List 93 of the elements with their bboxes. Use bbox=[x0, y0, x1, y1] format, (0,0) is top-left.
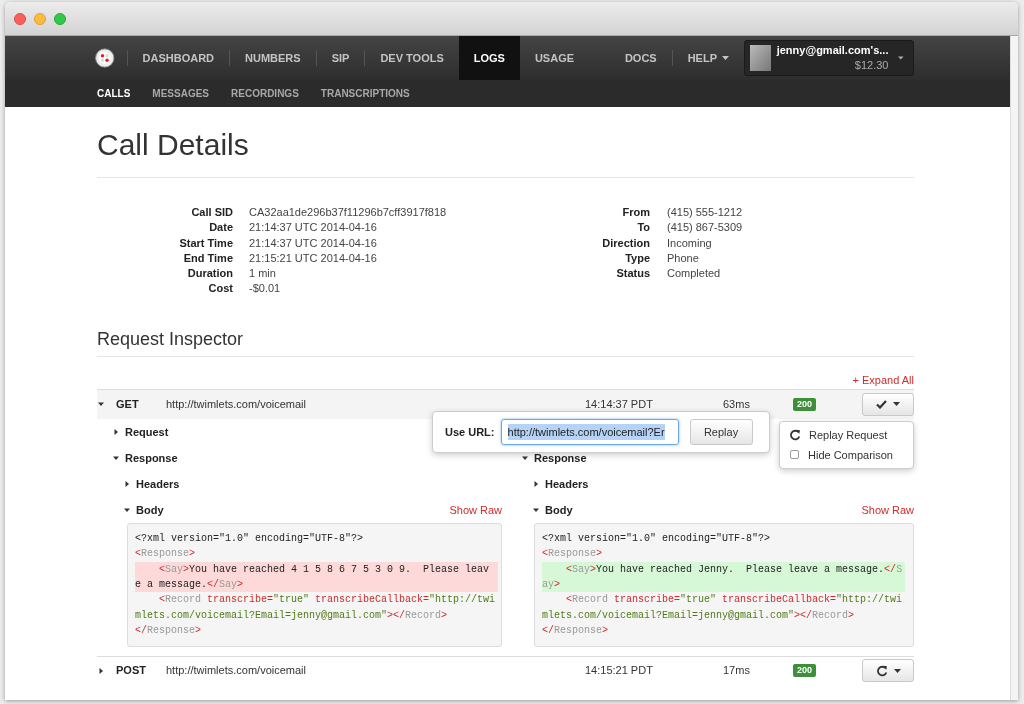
show-raw-link[interactable]: Show Raw bbox=[861, 501, 914, 519]
checkbox[interactable] bbox=[790, 450, 799, 460]
account-menu[interactable]: jenny@gmail.com's... $12.30 bbox=[744, 40, 914, 76]
expand-all-link[interactable]: + Expand All bbox=[852, 372, 914, 387]
close-window-button[interactable] bbox=[14, 12, 26, 25]
section-label: Headers bbox=[136, 476, 180, 492]
account-name: jenny@gmail.com's... bbox=[776, 43, 889, 58]
caret-icon bbox=[898, 56, 904, 60]
detail-label: Duration bbox=[186, 266, 233, 282]
sub-nav-tab[interactable]: TRANSCRIPTIONS bbox=[320, 86, 410, 101]
actions-button[interactable] bbox=[862, 392, 914, 416]
section-label: Headers bbox=[545, 476, 589, 492]
request-duration: 17ms bbox=[723, 663, 751, 679]
detail-value: (415) 555-1212 bbox=[667, 205, 743, 220]
section-label: Response bbox=[534, 450, 587, 466]
caret-icon[interactable] bbox=[124, 480, 130, 487]
detail-value: (415) 867-5309 bbox=[667, 220, 743, 236]
section-label: Response bbox=[125, 450, 178, 466]
account-balance: $12.30 bbox=[854, 58, 889, 73]
nav-tab[interactable]: LOGS bbox=[458, 36, 520, 80]
url-label: Use URL: bbox=[445, 424, 495, 440]
detail-value: CA32aa1de296b37f11296b7cff3917f818 bbox=[249, 205, 448, 220]
detail-value: Phone bbox=[667, 250, 700, 266]
request-time: 14:14:37 PDT bbox=[585, 397, 654, 413]
avatar-placeholder bbox=[750, 45, 771, 71]
nav-tab[interactable]: DEV TOOLS bbox=[365, 36, 459, 80]
nav-tab[interactable]: NUMBERS bbox=[230, 36, 316, 80]
detail-label: Cost bbox=[207, 281, 233, 297]
section-title: Request Inspector bbox=[97, 327, 245, 351]
caret-icon bbox=[893, 402, 900, 407]
caret-icon[interactable] bbox=[98, 401, 104, 408]
scrollbar[interactable] bbox=[1010, 36, 1018, 700]
caret-icon[interactable] bbox=[98, 667, 104, 674]
caret-icon[interactable] bbox=[113, 454, 119, 461]
sub-nav-tab[interactable]: RECORDINGS bbox=[231, 86, 299, 101]
code-line: <Record transcribe="true" transcribeCallback="http://twimlets.com/voicemail?Email=jenny@gmail.com"></Record> bbox=[135, 593, 497, 623]
section-label: Body bbox=[136, 502, 164, 518]
code-line: <Response> bbox=[135, 547, 197, 562]
code-line: <Record transcribe="true" transcribeCallback="http://twimlets.com/voicemail?Email=jenny@gmail.com"></Record> bbox=[542, 593, 904, 623]
caret-icon[interactable] bbox=[113, 428, 119, 435]
detail-label: From bbox=[621, 205, 650, 220]
detail-label: Status bbox=[615, 266, 650, 282]
check-icon bbox=[876, 399, 887, 409]
replay-icon bbox=[875, 664, 888, 677]
actions-button[interactable] bbox=[862, 659, 914, 683]
detail-label: Direction bbox=[601, 235, 650, 251]
nav-tab[interactable]: USAGE bbox=[519, 36, 590, 80]
detail-label: Call SID bbox=[190, 205, 233, 220]
status-badge: 200 bbox=[793, 664, 817, 678]
sub-nav-tab[interactable]: CALLS bbox=[97, 86, 131, 101]
section-label: Request bbox=[125, 424, 169, 440]
caret-icon[interactable] bbox=[124, 506, 130, 513]
detail-label: End Time bbox=[182, 250, 233, 266]
code-line: <Response> bbox=[542, 547, 604, 562]
detail-value: 21:14:37 UTC 2014-04-16 bbox=[249, 235, 378, 251]
detail-label: Date bbox=[208, 220, 233, 236]
caret-icon[interactable] bbox=[533, 506, 539, 513]
code-line: <?xml version="1.0" encoding="UTF-8"?> bbox=[135, 531, 365, 546]
code-line: </Response> bbox=[542, 624, 610, 639]
nav-tab[interactable]: HELP bbox=[672, 36, 744, 80]
request-time: 14:15:21 PDT bbox=[585, 663, 654, 679]
request-url: http://twimlets.com/voicemail bbox=[166, 397, 307, 413]
page-title: Call Details bbox=[97, 127, 250, 163]
detail-value: 21:14:37 UTC 2014-04-16 bbox=[249, 220, 378, 236]
request-url: http://twimlets.com/voicemail bbox=[166, 663, 307, 679]
detail-value: Completed bbox=[667, 266, 722, 282]
caret-icon[interactable] bbox=[522, 454, 528, 461]
menu-item[interactable]: Replay Request bbox=[780, 424, 913, 445]
nav-tab[interactable]: DASHBOARD bbox=[127, 36, 229, 80]
detail-label: Type bbox=[624, 250, 650, 266]
caret-icon bbox=[893, 668, 901, 673]
url-field[interactable]: http://twimlets.com/voicemail?Er bbox=[500, 418, 679, 445]
detail-value: -$0.01 bbox=[249, 281, 282, 297]
detail-label: Start Time bbox=[178, 235, 233, 251]
detail-value: Incoming bbox=[667, 235, 713, 251]
show-raw-link[interactable]: Show Raw bbox=[449, 501, 502, 519]
request-method: GET bbox=[116, 397, 140, 413]
status-badge: 200 bbox=[793, 397, 817, 411]
detail-label: To bbox=[636, 220, 650, 236]
section-label: Body bbox=[545, 502, 573, 518]
caret-icon[interactable] bbox=[533, 480, 539, 487]
request-duration: 63ms bbox=[723, 397, 751, 413]
menu-item[interactable]: Hide Comparison bbox=[780, 444, 913, 465]
detail-value: 21:15:21 UTC 2014-04-16 bbox=[249, 250, 378, 266]
code-line: <?xml version="1.0" encoding="UTF-8"?> bbox=[542, 531, 772, 546]
replay-icon bbox=[789, 428, 801, 441]
request-method: POST bbox=[116, 663, 147, 679]
sub-nav-tab[interactable]: MESSAGES bbox=[152, 86, 210, 101]
replay-button[interactable]: Replay bbox=[689, 418, 753, 445]
code-line: </Response> bbox=[135, 624, 203, 639]
detail-value: 1 min bbox=[249, 266, 277, 282]
nav-tab[interactable]: DOCS bbox=[609, 36, 672, 80]
nav-tab[interactable]: SIP bbox=[316, 36, 365, 80]
